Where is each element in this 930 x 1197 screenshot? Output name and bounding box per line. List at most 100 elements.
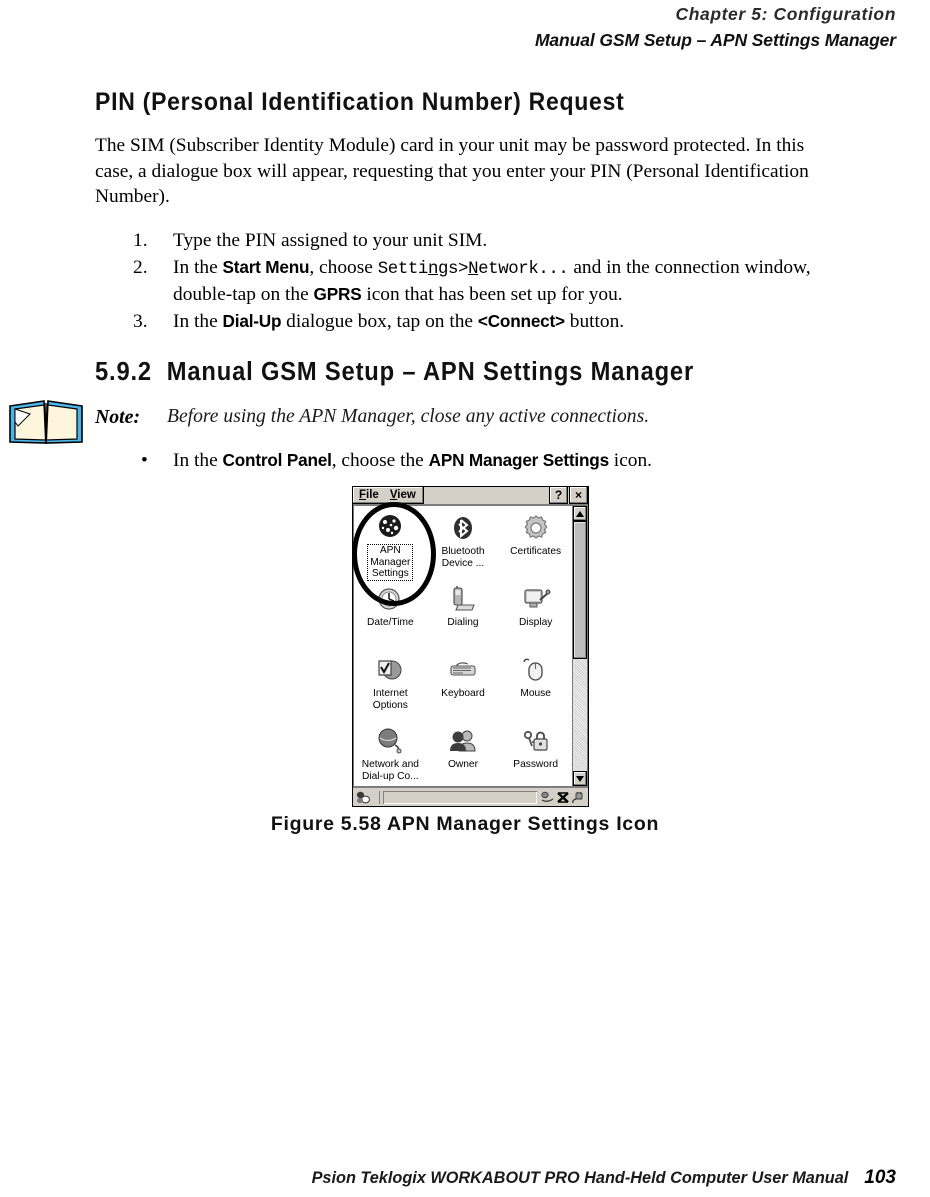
- scrollbar-track[interactable]: [573, 521, 587, 771]
- menu-item-view-rest: iew: [397, 489, 416, 501]
- text-run-1: Control Panel: [222, 450, 332, 470]
- icon-label: Display: [518, 617, 553, 628]
- control-panel-icon-clock[interactable]: Date/Time: [354, 581, 427, 649]
- page-title: PIN (Personal Identification Number) Req…: [95, 88, 625, 116]
- page-number: 103: [864, 1167, 896, 1188]
- control-panel-icon-area: APN Manager Settings Bluetooth Device ... Cer…: [354, 506, 572, 786]
- help-button[interactable]: ?: [549, 487, 568, 504]
- network-globe-icon: [375, 725, 405, 757]
- icon-label: Internet Options: [372, 688, 408, 711]
- scroll-up-button[interactable]: [573, 506, 587, 521]
- text-run-0: In the: [173, 256, 223, 278]
- chevron-down-icon: [576, 775, 584, 782]
- gear-icon: [521, 512, 551, 544]
- text-run-0: In the: [173, 450, 223, 471]
- step-number: 1.: [133, 230, 148, 251]
- section-title: Manual GSM Setup – APN Settings Manager: [166, 358, 695, 386]
- section-heading: 5.9.2 Manual GSM Setup – APN Settings Ma…: [95, 358, 694, 387]
- open-book-icon: [6, 398, 86, 455]
- keyboard-icon: [448, 654, 478, 686]
- text-run-4: button.: [564, 310, 625, 332]
- menu-item-file[interactable]: File: [359, 489, 379, 501]
- vertical-scrollbar[interactable]: [572, 506, 587, 786]
- step-item: 3. In the Dial-Up dialogue box, tap on th…: [133, 309, 833, 335]
- step-item: 2. In the Start Menu, choose Settings>Net…: [133, 255, 833, 308]
- control-panel-icon-keyboard[interactable]: Keyboard: [427, 652, 500, 720]
- monitor-icon: [521, 583, 551, 615]
- text-run-0: Type the PIN assigned to your unit SIM.: [173, 230, 488, 251]
- note-block: Note: Before using the APN Manager, clos…: [95, 406, 649, 429]
- tray-no-network-icon: [557, 791, 569, 803]
- control-panel-icon-people[interactable]: Owner: [427, 723, 500, 786]
- header-title: Manual GSM Setup – APN Settings Manager: [534, 30, 896, 50]
- control-panel-window[interactable]: File View ? × APN Manager Settings Bluetoot…: [352, 486, 589, 807]
- system-tray[interactable]: [537, 791, 585, 804]
- control-panel-icon-monitor[interactable]: Display: [499, 581, 572, 649]
- taskbar[interactable]: [353, 787, 588, 806]
- intro-paragraph: The SIM (Subscriber Identity Module) car…: [95, 135, 809, 207]
- icon-label: Certificates: [510, 546, 562, 557]
- control-panel-icon-network-globe[interactable]: Network and Dial-up Co...: [354, 723, 427, 786]
- step-text: Type the PIN assigned to your unit SIM.: [173, 228, 833, 254]
- control-panel-icon-padlock-key[interactable]: Password: [499, 723, 572, 786]
- menu-item-view[interactable]: View: [390, 489, 416, 501]
- control-panel-icon-apn-globe[interactable]: APN Manager Settings: [354, 510, 427, 581]
- control-panel-icon-gear[interactable]: Certificates: [499, 510, 572, 578]
- icon-label: Keyboard: [441, 688, 485, 699]
- page-footer: Psion Teklogix WORKABOUT PRO Hand-Held C…: [0, 1167, 930, 1189]
- menu-group: File View: [353, 487, 424, 504]
- window-menu-bar: File View ? ×: [353, 487, 588, 505]
- scrollbar-thumb[interactable]: [573, 521, 587, 659]
- taskbar-divider: [379, 790, 380, 804]
- icon-label: Password: [513, 759, 559, 770]
- step-number: 3.: [133, 310, 148, 332]
- text-run-3: Settings>Network...: [377, 259, 569, 279]
- bullet-text: In the Control Panel, choose the APN Man…: [173, 448, 652, 474]
- text-run-3: <Connect>: [477, 310, 565, 331]
- icon-label: Date/Time: [367, 617, 414, 628]
- text-run-2: , choose: [309, 256, 378, 278]
- bluetooth-icon: [448, 512, 478, 544]
- icon-label: Owner: [447, 759, 478, 770]
- chevron-up-icon: [576, 510, 584, 517]
- scroll-down-button[interactable]: [573, 771, 587, 786]
- icon-label: Dialing: [447, 617, 479, 628]
- control-panel-icon-bluetooth[interactable]: Bluetooth Device ...: [427, 510, 500, 578]
- internet-shield-icon: [375, 654, 405, 686]
- text-run-2: , choose the: [331, 450, 429, 471]
- step-text: In the Dial-Up dialogue box, tap on the …: [173, 309, 833, 335]
- apn-globe-icon: [375, 512, 405, 542]
- text-run-1: Start Menu: [222, 256, 310, 277]
- footer-text: Psion Teklogix WORKABOUT PRO Hand-Held C…: [311, 1169, 849, 1187]
- taskbar-task-area: [383, 790, 537, 804]
- close-icon[interactable]: ×: [569, 487, 588, 504]
- text-run-0: In the: [173, 310, 223, 332]
- control-panel-icon-phone[interactable]: Dialing: [427, 581, 500, 649]
- tray-connection-icon: [541, 791, 554, 802]
- step-item: 1. Type the PIN assigned to your unit SIM…: [133, 228, 833, 254]
- step-number: 2.: [133, 256, 148, 278]
- header-chapter: Chapter 5: Configuration: [675, 4, 896, 24]
- icon-label: Mouse: [520, 688, 551, 699]
- start-button[interactable]: [356, 791, 376, 804]
- control-panel-icon-mouse[interactable]: Mouse: [499, 652, 572, 720]
- text-run-4: icon.: [608, 450, 653, 471]
- menu-spacer: [424, 487, 549, 504]
- bullet-item: • In the Control Panel, choose the APN M…: [133, 448, 652, 474]
- menu-item-file-rest: ile: [366, 489, 379, 501]
- phone-icon: [448, 583, 478, 615]
- text-run-1: Dial-Up: [222, 310, 282, 331]
- text-run-3: APN Manager Settings: [428, 450, 610, 470]
- icon-label: APN Manager Settings: [367, 544, 414, 581]
- text-run-6: icon that has been set up for you.: [361, 284, 623, 305]
- step-text: In the Start Menu, choose Settings>Netwo…: [173, 255, 833, 308]
- figure-caption: Figure 5.58 APN Manager Settings Icon: [270, 813, 660, 835]
- note-label: Note:: [95, 406, 141, 428]
- control-panel-icon-internet-shield[interactable]: Internet Options: [354, 652, 427, 720]
- numbered-step-list: 1. Type the PIN assigned to your unit SIM…: [133, 228, 833, 335]
- note-text: Before using the APN Manager, close any …: [167, 406, 650, 427]
- people-icon: [448, 725, 478, 757]
- bullet-marker: •: [141, 450, 148, 471]
- icon-label: Bluetooth Device ...: [441, 546, 485, 569]
- section-number: 5.9.2: [95, 358, 152, 386]
